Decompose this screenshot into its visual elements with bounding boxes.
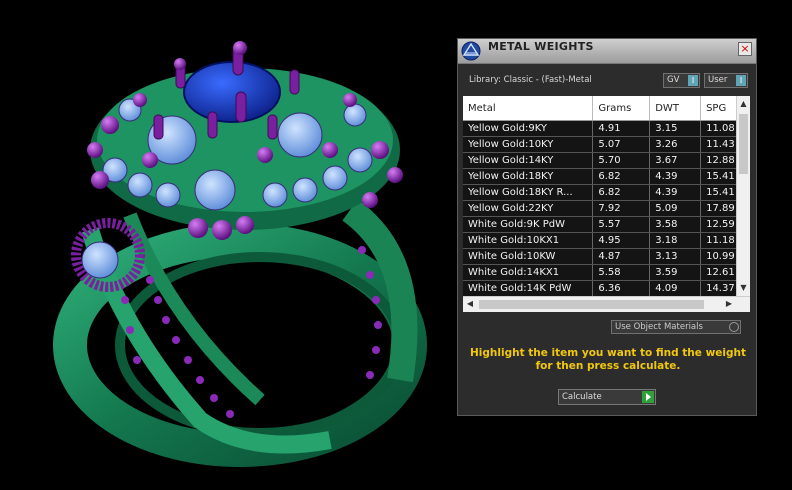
cell-dwt: 4.09 (649, 280, 702, 297)
table-row[interactable]: Yellow Gold:18KY R... 6.82 4.39 15.41 (463, 184, 750, 201)
cell-metal: Yellow Gold:18KY R... (463, 184, 594, 201)
3d-viewport[interactable] (0, 0, 450, 490)
column-header-grams[interactable]: Grams (592, 96, 651, 121)
user-toggle[interactable]: User I (704, 73, 748, 88)
table-row[interactable]: Yellow Gold:10KY 5.07 3.26 11.43 (463, 136, 750, 153)
scroll-left-icon[interactable]: ◀ (465, 299, 475, 309)
play-icon (642, 391, 654, 403)
close-icon: × (740, 42, 750, 55)
cell-metal: White Gold:10KW (463, 248, 594, 265)
table-row[interactable]: White Gold:10KW 4.87 3.13 10.99 (463, 248, 750, 265)
calculate-button[interactable]: Calculate (558, 389, 656, 405)
table-row[interactable]: White Gold:9K PdW 5.57 3.58 12.59 (463, 216, 750, 233)
cell-dwt: 4.39 (649, 184, 702, 201)
cell-dwt: 3.58 (649, 216, 702, 233)
cell-grams: 4.91 (592, 120, 651, 137)
cell-dwt: 5.09 (649, 200, 702, 217)
user-toggle-label: User (708, 75, 728, 85)
cell-dwt: 3.59 (649, 264, 702, 281)
instructions-line-1: Highlight the item you want to find the … (470, 347, 746, 359)
user-toggle-knob: I (736, 75, 746, 86)
cell-metal: White Gold:9K PdW (463, 216, 594, 233)
gv-toggle-label: GV (667, 75, 680, 85)
cell-dwt: 3.13 (649, 248, 702, 265)
cell-grams: 5.07 (592, 136, 651, 153)
ring-render (53, 41, 427, 467)
vertical-scroll-thumb[interactable] (739, 114, 748, 174)
table-row[interactable]: White Gold:14KX1 5.58 3.59 12.61 (463, 264, 750, 281)
cell-grams: 5.70 (592, 152, 651, 169)
vertical-scrollbar[interactable]: ▲ ▼ (736, 96, 750, 296)
cell-metal: Yellow Gold:14KY (463, 152, 594, 169)
instructions-line-2: for then press calculate. (535, 360, 681, 372)
instructions-text: Highlight the item you want to find the … (468, 347, 748, 373)
cell-metal: Yellow Gold:10KY (463, 136, 594, 153)
dropdown-arrow-icon (729, 322, 739, 332)
table-row[interactable]: White Gold:10KX1 4.95 3.18 11.18 (463, 232, 750, 249)
window-title: METAL WEIGHTS (488, 40, 594, 53)
cell-grams: 4.87 (592, 248, 651, 265)
horizontal-scroll-thumb[interactable] (479, 300, 704, 309)
cell-metal: Yellow Gold:22KY (463, 200, 594, 217)
cell-dwt: 3.26 (649, 136, 702, 153)
calculate-label: Calculate (562, 392, 602, 402)
table-row[interactable]: Yellow Gold:18KY 6.82 4.39 15.41 (463, 168, 750, 185)
column-header-metal[interactable]: Metal (463, 96, 594, 121)
table-row[interactable]: Yellow Gold:22KY 7.92 5.09 17.89 (463, 200, 750, 217)
cell-grams: 5.58 (592, 264, 651, 281)
cell-dwt: 3.15 (649, 120, 702, 137)
cell-grams: 6.82 (592, 184, 651, 201)
cell-grams: 6.82 (592, 168, 651, 185)
table-row[interactable]: Yellow Gold:14KY 5.70 3.67 12.88 (463, 152, 750, 169)
close-button[interactable]: × (738, 42, 752, 56)
material-source-dropdown[interactable]: Use Object Materials (611, 320, 741, 334)
title-bar[interactable]: METAL WEIGHTS × (458, 39, 756, 64)
app-logo-icon (461, 41, 481, 61)
cell-grams: 5.57 (592, 216, 651, 233)
library-label: Library: Classic - (Fast)-Metal (469, 75, 592, 85)
table-row[interactable]: White Gold:14K PdW 6.36 4.09 14.37 (463, 280, 750, 297)
cell-metal: White Gold:10KX1 (463, 232, 594, 249)
cell-metal: White Gold:14KX1 (463, 264, 594, 281)
scroll-up-icon[interactable]: ▲ (739, 100, 748, 108)
cell-dwt: 4.39 (649, 168, 702, 185)
column-header-dwt[interactable]: DWT (649, 96, 702, 121)
metal-table[interactable]: Metal Grams DWT SPG Yellow Gold:9KY 4.91 3… (463, 96, 750, 312)
table-header-row: Metal Grams DWT SPG (463, 96, 750, 121)
scroll-right-icon[interactable]: ▶ (724, 299, 734, 309)
gv-toggle-knob: I (688, 75, 698, 86)
metal-weights-panel: METAL WEIGHTS × Library: Classic - (Fast… (457, 38, 757, 416)
cell-dwt: 3.18 (649, 232, 702, 249)
cell-metal: White Gold:14K PdW (463, 280, 594, 297)
gv-toggle[interactable]: GV I (663, 73, 700, 88)
cell-metal: Yellow Gold:18KY (463, 168, 594, 185)
horizontal-scrollbar[interactable]: ◀ ▶ (463, 296, 750, 312)
dropdown-selected: Use Object Materials (615, 322, 703, 332)
cell-grams: 7.92 (592, 200, 651, 217)
table-row[interactable]: Yellow Gold:9KY 4.91 3.15 11.08 (463, 120, 750, 137)
cell-dwt: 3.67 (649, 152, 702, 169)
cell-grams: 4.95 (592, 232, 651, 249)
cell-grams: 6.36 (592, 280, 651, 297)
cell-metal: Yellow Gold:9KY (463, 120, 594, 137)
scroll-down-icon[interactable]: ▼ (739, 284, 748, 292)
